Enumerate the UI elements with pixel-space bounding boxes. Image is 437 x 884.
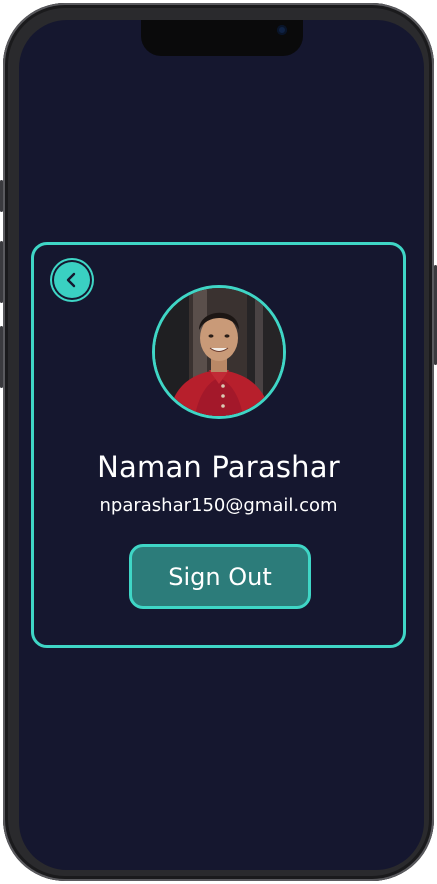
notch [141,20,303,56]
profile-card: Naman Parashar nparashar150@gmail.com Si… [31,242,406,648]
phone-volume-down-button [0,326,3,388]
profile-photo [155,288,283,416]
back-button[interactable] [54,262,90,298]
phone-side-button [0,180,3,212]
app-screen: Naman Parashar nparashar150@gmail.com Si… [19,20,424,870]
phone-frame: Naman Parashar nparashar150@gmail.com Si… [0,3,437,881]
sign-out-button[interactable]: Sign Out [129,544,311,609]
avatar [152,285,286,419]
phone-volume-up-button [0,241,3,303]
user-name: Naman Parashar [97,450,340,484]
camera-icon [277,25,287,35]
user-email: nparashar150@gmail.com [99,495,338,516]
chevron-left-icon [66,272,76,288]
